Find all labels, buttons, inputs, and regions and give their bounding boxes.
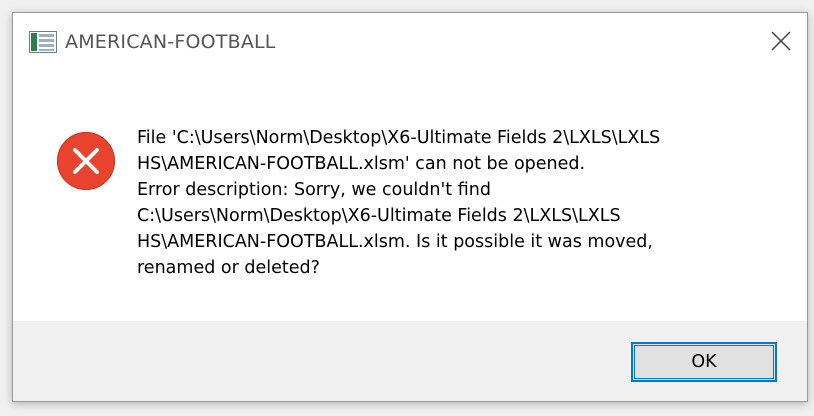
- title-bar[interactable]: AMERICAN-FOOTBALL: [13, 13, 807, 71]
- error-dialog: AMERICAN-FOOTBALL File 'C:\Users\Norm\De…: [12, 12, 808, 402]
- spreadsheet-icon: [29, 31, 57, 53]
- close-icon: [771, 31, 791, 51]
- close-button[interactable]: [759, 19, 803, 63]
- message-line: Error description: Sorry, we couldn't fi…: [137, 180, 491, 200]
- error-message: File 'C:\Users\Norm\Desktop\X6-Ultimate …: [137, 125, 757, 281]
- dialog-content: File 'C:\Users\Norm\Desktop\X6-Ultimate …: [13, 71, 807, 321]
- message-line: HS\AMERICAN-FOOTBALL.xlsm. Is it possibl…: [137, 232, 653, 252]
- button-bar: OK: [13, 321, 807, 401]
- error-icon: [57, 132, 115, 190]
- window-title: AMERICAN-FOOTBALL: [65, 31, 276, 53]
- message-line: HS\AMERICAN-FOOTBALL.xlsm' can not be op…: [137, 154, 586, 174]
- ok-button[interactable]: OK: [631, 342, 777, 382]
- message-line: renamed or deleted?: [137, 258, 320, 278]
- message-line: C:\Users\Norm\Desktop\X6-Ultimate Fields…: [137, 206, 621, 226]
- message-line: File 'C:\Users\Norm\Desktop\X6-Ultimate …: [137, 128, 661, 148]
